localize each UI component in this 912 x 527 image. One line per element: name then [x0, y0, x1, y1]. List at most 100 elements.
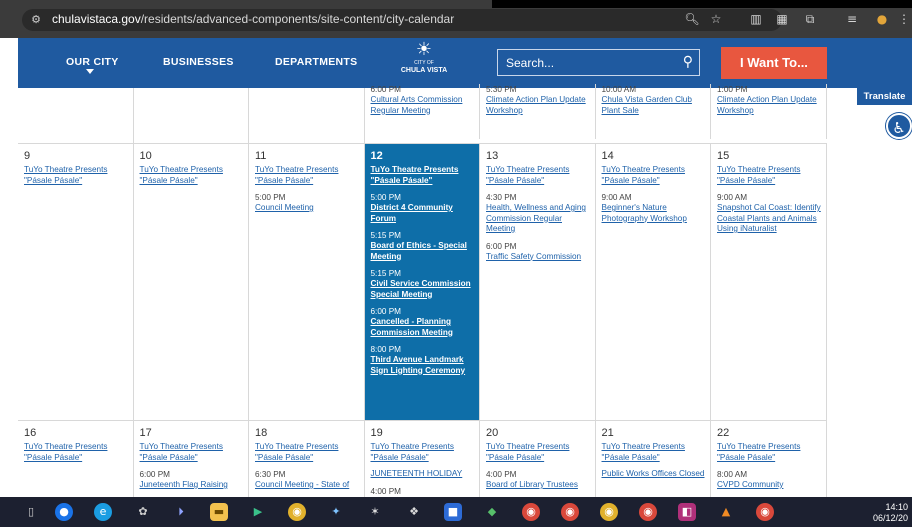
- calendar-event: TuYo Theatre Presents "Pásale Pásale": [24, 165, 129, 186]
- favorites-icon[interactable]: ≡: [844, 11, 860, 27]
- url-path: /residents/advanced-components/site-cont…: [140, 12, 455, 26]
- calendar-day-cell: 16 TuYo Theatre Presents "Pásale Pásale": [18, 421, 134, 501]
- calendar-day-cell: [134, 88, 249, 143]
- event-link[interactable]: TuYo Theatre Presents "Pásale Pásale": [24, 165, 129, 186]
- event-time: 6:00 PM: [370, 85, 402, 94]
- event-link[interactable]: Juneteenth Flag Raising: [140, 480, 245, 491]
- chrome-profile-icon[interactable]: ◉: [639, 503, 657, 521]
- nav-our-city[interactable]: OUR CITY: [66, 56, 119, 68]
- accessibility-icon[interactable]: ♿: [886, 113, 912, 139]
- calendar-event: TuYo Theatre Presents "Pásale Pásale": [255, 442, 360, 463]
- event-link[interactable]: Board of Library Trustees: [486, 480, 591, 491]
- app-icon[interactable]: ◧: [678, 503, 696, 521]
- calendar-event: 8:00 AM CVPD Community: [717, 469, 822, 491]
- chrome-icon[interactable]: ◉: [288, 503, 306, 521]
- event-link[interactable]: Civil Service Commission Special Meeting: [371, 279, 476, 300]
- i-want-to-button[interactable]: I Want To...: [721, 47, 827, 79]
- event-time: 6:00 PM: [139, 470, 171, 479]
- nav-departments[interactable]: DEPARTMENTS: [275, 56, 357, 68]
- nav-businesses[interactable]: BUSINESSES: [163, 56, 234, 68]
- calendar-day-cell: 13 TuYo Theatre Presents "Pásale Pásale" 4…: [480, 144, 596, 420]
- media-icon[interactable]: ⏵: [172, 503, 190, 521]
- event-link[interactable]: CVPD Community: [717, 480, 822, 491]
- translate-button[interactable]: Translate: [857, 88, 912, 105]
- calendar-week: 16 TuYo Theatre Presents "Pásale Pásale" 1…: [18, 421, 827, 501]
- chrome-profile-icon[interactable]: ◉: [561, 503, 579, 521]
- event-link[interactable]: Board of Ethics - Special Meeting: [371, 241, 476, 262]
- event-link[interactable]: TuYo Theatre Presents "Pásale Pásale": [486, 442, 591, 463]
- extensions-icon[interactable]: ▦: [774, 11, 790, 27]
- zoom-icon[interactable]: 🔍︎: [684, 11, 700, 27]
- event-link[interactable]: TuYo Theatre Presents "Pásale Pásale": [255, 165, 360, 186]
- event-link[interactable]: TuYo Theatre Presents "Pásale Pásale": [602, 165, 707, 186]
- event-time: 1:00 PM: [717, 85, 748, 94]
- url-text[interactable]: chulavistaca.gov/residents/advanced-comp…: [52, 12, 454, 26]
- edge-icon[interactable]: e: [94, 503, 112, 521]
- calendar-grid: 6:00 PM Cultural Arts Commission Regular …: [18, 84, 827, 501]
- chevron-down-icon[interactable]: [86, 69, 94, 74]
- day-number: 10: [139, 150, 152, 162]
- search-box: ⚲: [497, 49, 700, 76]
- taskbar-clock[interactable]: 14:10 06/12/20: [873, 502, 908, 524]
- chrome-profile-icon[interactable]: ◉: [600, 503, 618, 521]
- chrome-profile-icon[interactable]: ◉: [756, 503, 774, 521]
- event-link[interactable]: Council Meeting - State of: [255, 480, 360, 491]
- event-link[interactable]: Climate Action Plan Update Workshop: [486, 95, 591, 116]
- calendar-day-cell: 21 TuYo Theatre Presents "Pásale Pásale" P…: [596, 421, 711, 501]
- event-link[interactable]: TuYo Theatre Presents "Pásale Pásale": [24, 442, 129, 463]
- calendar-day-cell: 15 TuYo Theatre Presents "Pásale Pásale" 9…: [711, 144, 827, 420]
- profile-icon[interactable]: ●: [874, 11, 890, 27]
- event-link[interactable]: District 4 Community Forum: [371, 203, 476, 224]
- calendar-event: TuYo Theatre Presents "Pásale Pásale": [371, 165, 476, 186]
- app-icon[interactable]: ✦: [327, 503, 345, 521]
- task-view-icon[interactable]: ▯: [22, 503, 40, 521]
- event-link[interactable]: TuYo Theatre Presents "Pásale Pásale": [717, 165, 822, 186]
- calendar-day-cell: 19 TuYo Theatre Presents "Pásale Pásale" J…: [365, 421, 480, 501]
- day-number: 16: [24, 427, 37, 439]
- reading-view-icon[interactable]: ▥: [748, 11, 764, 27]
- file-explorer-icon[interactable]: ▬: [210, 503, 228, 521]
- search-icon[interactable]: ⚲: [683, 54, 693, 70]
- event-link[interactable]: TuYo Theatre Presents "Pásale Pásale": [255, 442, 360, 463]
- bookmark-star-icon[interactable]: ☆: [708, 11, 724, 27]
- event-link[interactable]: Cultural Arts Commission Regular Meeting: [371, 95, 476, 116]
- event-link[interactable]: TuYo Theatre Presents "Pásale Pásale": [140, 442, 245, 463]
- event-link[interactable]: TuYo Theatre Presents "Pásale Pásale": [140, 165, 245, 186]
- event-link[interactable]: TuYo Theatre Presents "Pásale Pásale": [602, 442, 707, 463]
- app-icon[interactable]: ❖: [405, 503, 423, 521]
- start-icon[interactable]: ●: [55, 503, 73, 521]
- event-link[interactable]: Traffic Safety Commission: [486, 252, 591, 263]
- calendar-event: TuYo Theatre Presents "Pásale Pásale": [486, 442, 591, 463]
- event-time: 5:00 PM: [255, 193, 286, 202]
- event-link[interactable]: JUNETEENTH HOLIDAY: [371, 469, 476, 480]
- city-logo[interactable]: ☀ CITY OF CHULA VISTA: [396, 40, 452, 86]
- app-icon[interactable]: ◆: [483, 503, 501, 521]
- calendar-event: 6:00 PM Cultural Arts Commission Regular …: [371, 84, 476, 116]
- site-info-icon[interactable]: ⚙: [29, 13, 43, 27]
- event-link[interactable]: Public Works Offices Closed: [602, 469, 707, 480]
- event-link[interactable]: Snapshot Cal Coast: Identify Coastal Pla…: [717, 203, 822, 235]
- event-link[interactable]: TuYo Theatre Presents "Pásale Pásale": [486, 165, 591, 186]
- event-link[interactable]: Cancelled - Planning Commission Meeting: [371, 317, 476, 338]
- event-link[interactable]: TuYo Theatre Presents "Pásale Pásale": [371, 165, 476, 186]
- chrome-profile-icon[interactable]: ◉: [522, 503, 540, 521]
- app-icon[interactable]: ■: [444, 503, 462, 521]
- split-screen-icon[interactable]: ⧉: [802, 11, 818, 27]
- event-link[interactable]: Climate Action Plan Update Workshop: [717, 95, 822, 116]
- calendar-day-cell: 5:30 PM Climate Action Plan Update Worksh…: [480, 84, 596, 139]
- event-link[interactable]: TuYo Theatre Presents "Pásale Pásale": [371, 442, 476, 463]
- calendar-event: 5:30 PM Climate Action Plan Update Worksh…: [486, 84, 591, 116]
- event-link[interactable]: Third Avenue Landmark Sign Lighting Cere…: [371, 355, 476, 376]
- event-link[interactable]: TuYo Theatre Presents "Pásale Pásale": [717, 442, 822, 463]
- event-link[interactable]: Beginner's Nature Photography Workshop: [602, 203, 707, 224]
- app-icon[interactable]: ✶: [366, 503, 384, 521]
- openai-icon[interactable]: ✿: [134, 503, 152, 521]
- search-input[interactable]: [498, 50, 673, 75]
- event-link[interactable]: Health, Wellness and Aging Commission Re…: [486, 203, 591, 235]
- vlc-icon[interactable]: ▲: [717, 503, 735, 521]
- play-icon[interactable]: ▶: [249, 503, 267, 521]
- event-link[interactable]: Council Meeting: [255, 203, 360, 214]
- event-link[interactable]: Chula Vista Garden Club Plant Sale: [602, 95, 707, 116]
- more-menu-icon[interactable]: ⋮: [896, 11, 912, 27]
- calendar-event: TuYo Theatre Presents "Pásale Pásale": [140, 165, 245, 186]
